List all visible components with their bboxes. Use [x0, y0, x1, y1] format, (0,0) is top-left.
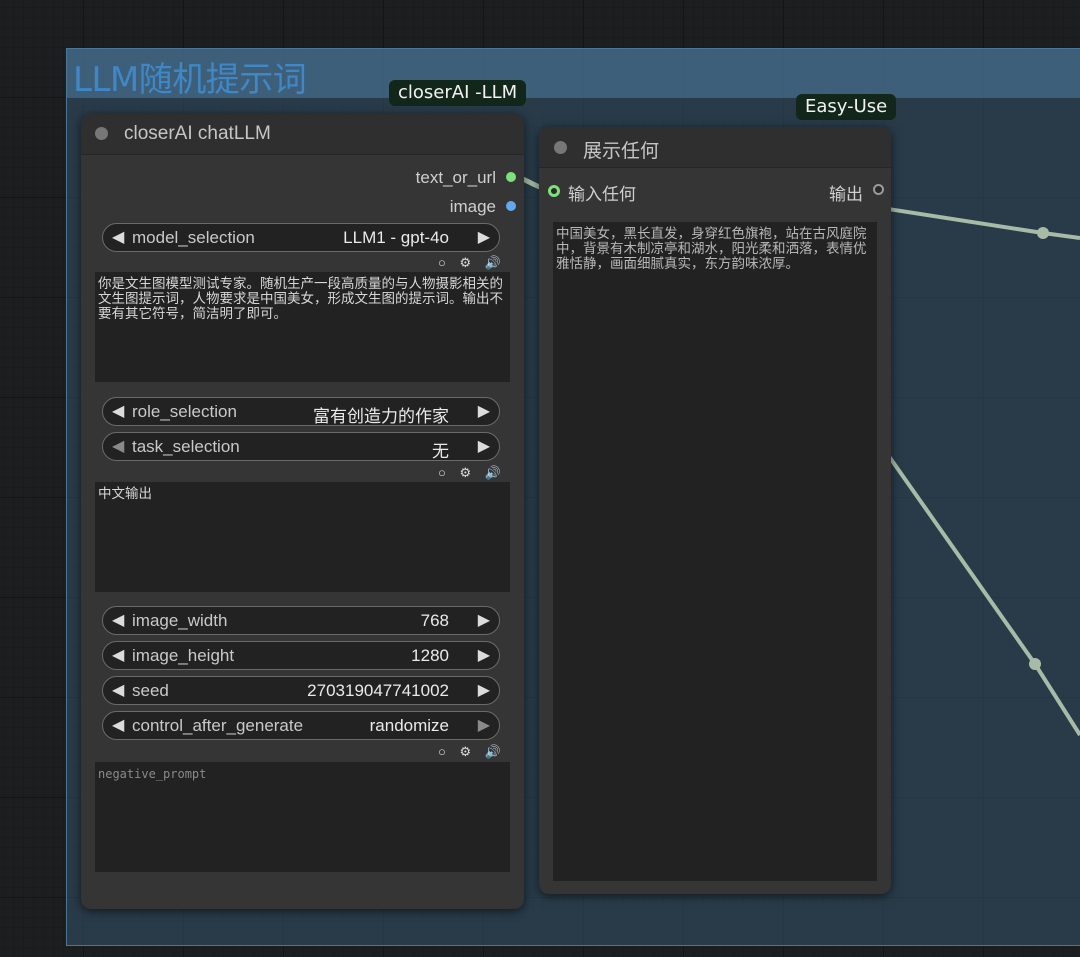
output-label-text: text_or_url	[415, 168, 496, 187]
image-height-number[interactable]: ◀ image_height 1280 ▶	[102, 641, 500, 670]
widget-tool-icons[interactable]: ○ ⚙ 🔊	[438, 744, 506, 760]
widget-label: role_selection	[132, 402, 237, 421]
widget-label: image_height	[132, 646, 235, 665]
show-any-node[interactable]: 展示任何 输入任何 输出 中国美女，黑长直发，身穿红色旗袍，站在古风庭院中，背景…	[539, 127, 891, 894]
output-slot-any[interactable]	[873, 184, 884, 195]
widget-value: 无	[432, 442, 449, 461]
widget-value: 270319047741002	[307, 681, 449, 700]
right-arrow-icon[interactable]: ▶	[478, 401, 490, 421]
model-selection-combo[interactable]: ◀ model_selection LLM1 - gpt-4o ▶	[102, 223, 500, 252]
left-arrow-icon[interactable]: ◀	[112, 436, 124, 456]
widget-value: 富有创造力的作家	[313, 407, 449, 426]
left-arrow-icon[interactable]: ◀	[112, 227, 124, 247]
task-selection-combo[interactable]: ◀ task_selection 无 ▶	[102, 432, 500, 461]
node-title-bar[interactable]: 展示任何	[539, 127, 891, 168]
right-arrow-icon[interactable]: ▶	[478, 715, 490, 735]
chat-llm-node[interactable]: closerAI chatLLM text_or_url image ◀ mod…	[81, 114, 524, 909]
left-arrow-icon[interactable]: ◀	[112, 645, 124, 665]
node-title: closerAI chatLLM	[124, 123, 271, 144]
right-arrow-icon[interactable]: ▶	[478, 227, 490, 247]
left-arrow-icon[interactable]: ◀	[112, 680, 124, 700]
node-badge-easy-use: Easy-Use	[796, 94, 897, 120]
input-label: 输入任何	[568, 185, 636, 204]
output-label-image: image	[449, 197, 496, 216]
image-width-number[interactable]: ◀ image_width 768 ▶	[102, 606, 500, 635]
right-arrow-icon[interactable]: ▶	[478, 645, 490, 665]
left-arrow-icon[interactable]: ◀	[112, 610, 124, 630]
widget-label: task_selection	[132, 437, 240, 456]
seed-number[interactable]: ◀ seed 270319047741002 ▶	[102, 676, 500, 705]
widget-label: model_selection	[132, 228, 255, 247]
output-slot-text[interactable]	[506, 172, 516, 182]
extra-textarea[interactable]: 中文输出	[95, 482, 510, 592]
widget-label: control_after_generate	[132, 716, 304, 735]
collapse-dot-icon[interactable]	[554, 141, 567, 154]
widget-label: seed	[132, 681, 169, 700]
node-badge-llm: closerAI -LLM	[389, 80, 527, 106]
show-text-display[interactable]: 中国美女，黑长直发，身穿红色旗袍，站在古风庭院中，背景有木制凉亭和湖水，阳光柔和…	[553, 222, 877, 881]
right-arrow-icon[interactable]: ▶	[478, 610, 490, 630]
group-header[interactable]: LLM随机提示词	[67, 49, 1080, 100]
widget-value: 1280	[411, 646, 449, 665]
output-slot-image[interactable]	[506, 201, 516, 211]
group-title: LLM随机提示词	[73, 60, 307, 100]
role-selection-combo[interactable]: ◀ role_selection 富有创造力的作家 ▶	[102, 397, 500, 426]
widget-value: randomize	[369, 716, 449, 735]
widget-label: image_width	[132, 611, 228, 630]
left-arrow-icon[interactable]: ◀	[112, 715, 124, 735]
right-arrow-icon[interactable]: ▶	[478, 436, 490, 456]
node-title-bar[interactable]: closerAI chatLLM	[81, 114, 524, 155]
negative-prompt-textarea[interactable]: negative_prompt	[95, 762, 510, 872]
right-arrow-icon[interactable]: ▶	[478, 680, 490, 700]
control-after-generate-combo[interactable]: ◀ control_after_generate randomize ▶	[102, 711, 500, 740]
node-title: 展示任何	[583, 141, 660, 162]
collapse-dot-icon[interactable]	[95, 127, 108, 140]
widget-value: LLM1 - gpt-4o	[343, 228, 449, 247]
widget-tool-icons[interactable]: ○ ⚙ 🔊	[438, 465, 506, 481]
widget-tool-icons[interactable]: ○ ⚙ 🔊	[438, 255, 506, 271]
prompt-textarea[interactable]: 你是文生图模型测试专家。随机生产一段高质量的与人物摄影相关的文生图提示词，人物要…	[95, 272, 510, 382]
left-arrow-icon[interactable]: ◀	[112, 401, 124, 421]
output-label: 输出	[829, 185, 863, 204]
widget-value: 768	[420, 611, 449, 630]
input-slot-any[interactable]	[548, 185, 560, 197]
negative-prompt-placeholder: negative_prompt	[98, 767, 207, 781]
